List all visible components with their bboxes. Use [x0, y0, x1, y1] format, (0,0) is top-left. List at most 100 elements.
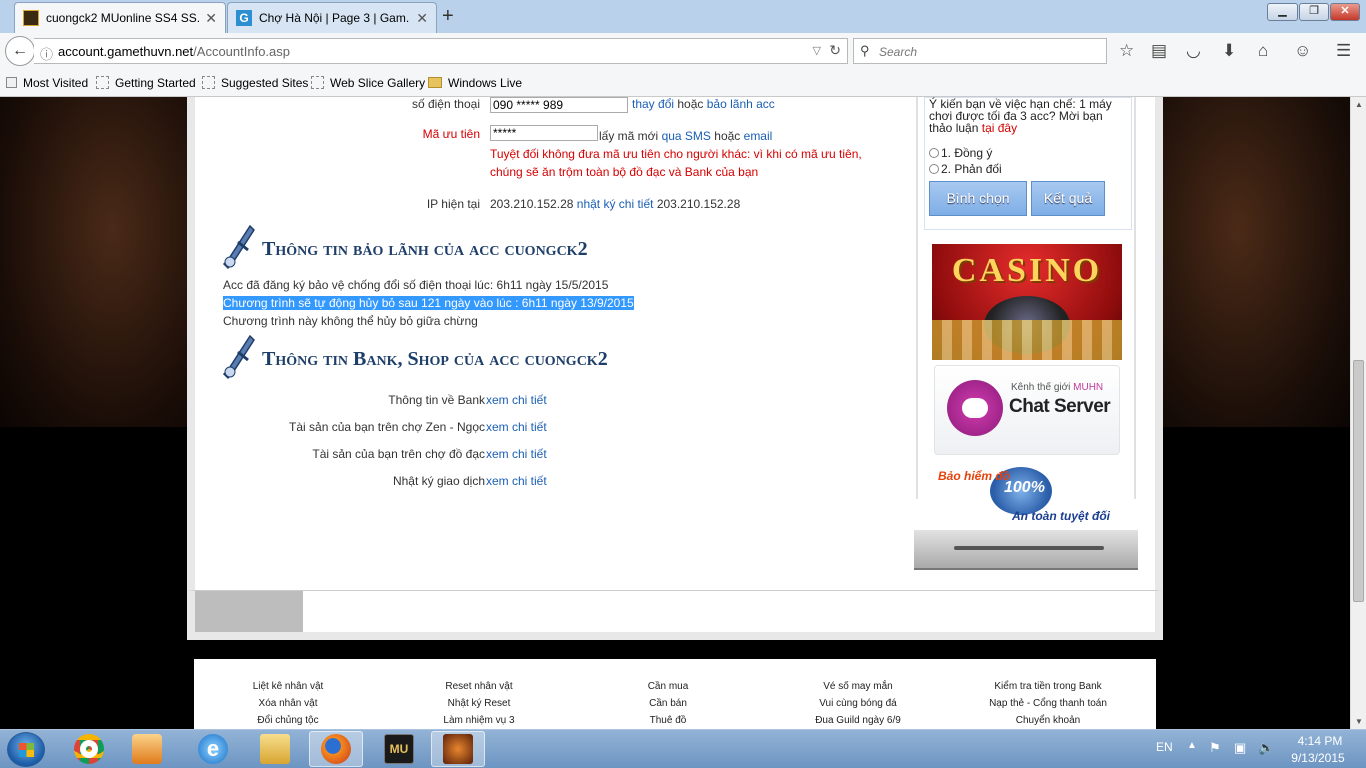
taskbar-firefox[interactable] [309, 731, 363, 767]
scroll-up-icon[interactable]: ▲ [1355, 100, 1363, 109]
footer-link[interactable]: Đua Guild ngày 6/9 [768, 715, 948, 726]
maximize-icon[interactable]: ❐ [1299, 3, 1329, 21]
priority-code-label: Mã ưu tiên [422, 127, 480, 141]
change-phone-link[interactable]: thay đổi [632, 97, 674, 111]
site-info-icon[interactable]: ⓘ [40, 44, 53, 63]
zen-market-view-link[interactable]: xem chi tiết [486, 420, 547, 434]
window-close-icon[interactable]: ✕ [1330, 3, 1360, 21]
search-bar[interactable]: ⚲ Search [853, 38, 1107, 64]
ip-row: 203.210.152.28 nhật ký chi tiết 203.210.… [490, 197, 741, 211]
start-button[interactable] [7, 732, 45, 767]
taskbar-chrome[interactable] [62, 731, 116, 767]
page-scrollbar[interactable]: ▲ ▼ [1350, 97, 1366, 729]
scroll-thumb[interactable] [1353, 360, 1364, 602]
vote-button[interactable]: Bình chọn [929, 181, 1027, 216]
bookmark-getting-started[interactable]: Getting Started [96, 76, 196, 90]
volume-icon[interactable]: 🔈 [1258, 740, 1274, 756]
tray-expand-icon[interactable]: ▲ [1187, 740, 1197, 751]
back-arrow-icon[interactable]: ← [5, 36, 35, 66]
bookmark-web-slice-gallery[interactable]: Web Slice Gallery [311, 76, 425, 90]
footer-link[interactable]: Cần mua [578, 681, 758, 692]
tab-cho-ha-noi[interactable]: G Chợ Hà Nội | Page 3 | Gam... ✕ [227, 2, 437, 33]
guarantee-heading: Thông tin bảo lãnh của acc cuongck2 [262, 238, 588, 260]
item-market-view-link[interactable]: xem chi tiết [486, 447, 547, 461]
taskbar-explorer[interactable] [248, 731, 302, 767]
phone-row-actions: thay đổi hoặc bảo lãnh acc [632, 97, 775, 111]
action-center-icon[interactable]: ⚑ [1209, 740, 1221, 756]
tab-bar: cuongck2 MUonline SS4 SS... ✕ G Chợ Hà N… [0, 0, 1366, 33]
ip-log-link[interactable]: nhật ký chi tiết [577, 197, 654, 211]
taskbar-mu-launcher[interactable] [431, 731, 485, 767]
clock-date[interactable]: 9/13/2015 [1283, 751, 1353, 765]
language-indicator[interactable]: EN [1156, 740, 1173, 754]
footer-link[interactable]: Xóa nhân vật [198, 698, 378, 709]
bookmark-most-visited[interactable]: Most Visited [6, 76, 88, 90]
bookmark-star-icon[interactable]: ☆ [1119, 41, 1134, 61]
tab-close-icon[interactable]: ✕ [416, 10, 428, 27]
transaction-log-view-link[interactable]: xem chi tiết [486, 474, 547, 488]
footer-link[interactable]: Vé số may mắn [768, 681, 948, 692]
chat-channel-text: Kênh thế giới MUHN [1011, 382, 1104, 393]
reading-list-icon[interactable]: ▤ [1151, 41, 1167, 61]
discuss-here-link[interactable]: tại đây [982, 121, 1017, 135]
footer-link[interactable]: Thuê đồ [578, 715, 758, 726]
footer-link[interactable]: Liệt kê nhân vật [198, 681, 378, 692]
tab-title: cuongck2 MUonline SS4 SS... [46, 11, 200, 25]
tab-title: Chợ Hà Nội | Page 3 | Gam... [259, 11, 411, 25]
via-email-link[interactable]: email [744, 129, 773, 143]
taskbar: e MU EN ▲ ⚑ ▣ 🔈 4:14 PM 9/13/2015 [0, 729, 1366, 768]
insurance-banner[interactable]: 100% Bảo hiểm đồ An toàn tuyệt đối [932, 461, 1122, 527]
chat-server-title: Chat Server [1009, 396, 1111, 417]
guarantee-acc-link[interactable]: bảo lãnh acc [707, 97, 775, 111]
new-tab-icon[interactable]: + [442, 5, 454, 28]
insurance-safe-text: An toàn tuyệt đối [1012, 509, 1110, 523]
poll-option-agree[interactable]: 1. Đồng ý [929, 146, 992, 160]
download-icon[interactable]: ⬇ [1222, 41, 1236, 61]
minimize-icon[interactable]: ▁ [1267, 3, 1298, 21]
bookmark-suggested-sites[interactable]: Suggested Sites [202, 76, 308, 90]
hello-smile-icon[interactable]: ☺ [1294, 41, 1311, 61]
priority-code-field[interactable]: ***** [490, 125, 598, 141]
result-button[interactable]: Kết quả [1031, 181, 1105, 216]
scroll-down-icon[interactable]: ▼ [1355, 717, 1363, 726]
bookmark-windows-live[interactable]: Windows Live [428, 76, 522, 90]
taskbar-mu-game[interactable]: MU [372, 731, 426, 767]
network-icon[interactable]: ▣ [1234, 740, 1246, 756]
sword-decoration [914, 530, 1138, 570]
home-icon[interactable]: ⌂ [1258, 41, 1268, 61]
menu-icon[interactable]: ☰ [1336, 41, 1351, 61]
footer-link[interactable]: Nhật ký Reset [389, 698, 569, 709]
bank-view-link[interactable]: xem chi tiết [486, 393, 547, 407]
casino-chips-image [932, 320, 1122, 360]
mu-favicon-icon [23, 10, 39, 26]
footer-link[interactable]: Cần bán [578, 698, 758, 709]
footer-link[interactable]: Vui cùng bóng đá [768, 698, 948, 709]
zen-market-label: Tài sản của bạn trên chợ Zen - Ngọc [289, 420, 485, 434]
casino-banner[interactable]: CASINO [932, 244, 1122, 360]
footer-link[interactable]: Làm nhiệm vụ 3 [389, 715, 569, 726]
chat-server-banner[interactable]: Kênh thế giới MUHN Chat Server [934, 365, 1120, 455]
tab-close-icon[interactable]: ✕ [205, 10, 217, 27]
tab-cuongck2[interactable]: cuongck2 MUonline SS4 SS... ✕ [14, 2, 226, 33]
ip-value: 203.210.152.28 [490, 197, 574, 211]
pocket-icon[interactable]: ◡ [1186, 41, 1201, 61]
taskbar-ie[interactable]: e [186, 731, 240, 767]
footer-link[interactable]: Nạp thẻ - Cổng thanh toán [958, 698, 1138, 709]
footer-link[interactable]: Kiểm tra tiền trong Bank [958, 681, 1138, 692]
url-dropdown-icon[interactable]: ▽ [813, 44, 821, 57]
priority-code-actions: lấy mã mới qua SMS hoặc email [599, 129, 773, 143]
footer-link[interactable]: Chuyển khoản [958, 715, 1138, 726]
bank-heading: Thông tin Bank, Shop của acc cuongck2 [262, 348, 608, 370]
footer-link[interactable]: Đổi chủng tộc [198, 715, 378, 726]
mu-game-icon: MU [384, 734, 414, 764]
item-market-label: Tài sản của bạn trên chợ đồ đạc [312, 447, 485, 461]
taskbar-media-player[interactable] [120, 731, 174, 767]
bookmark-folder-icon [6, 77, 17, 88]
footer-link[interactable]: Reset nhân vật [389, 681, 569, 692]
via-sms-link[interactable]: qua SMS [662, 129, 711, 143]
poll-option-disagree[interactable]: 2. Phản đối [929, 162, 1002, 176]
clock-time[interactable]: 4:14 PM [1290, 734, 1350, 748]
reload-icon[interactable]: ↻ [829, 42, 841, 59]
url-bar[interactable]: ⓘ account.gamethuvn.net/AccountInfo.asp … [34, 38, 848, 64]
poll-box: Ý kiến bạn về việc hạn chế: 1 máy chơi đ… [924, 97, 1132, 230]
